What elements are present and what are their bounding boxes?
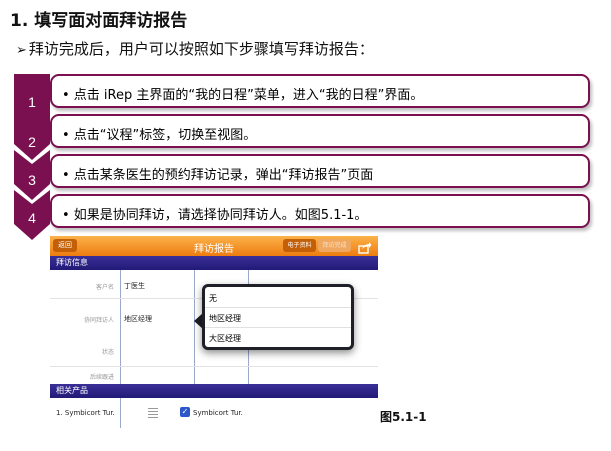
step-box: • 如果是协同拜访，请选择协同拜访人。如图5.1-1。: [50, 194, 590, 228]
product-checkbox[interactable]: ✓: [180, 407, 190, 417]
step-text: • 点击“议程”标签，切换至视图。: [62, 128, 257, 143]
share-icon[interactable]: [358, 239, 372, 254]
cobuddy-value[interactable]: 地区经理: [124, 314, 152, 324]
step-box: • 点击某条医生的预约拜访记录，弹出“拜访报告”页面: [50, 154, 590, 188]
step-1: 1 • 点击 iRep 主界面的“我的日程”菜单，进入“我的日程”界面。: [14, 74, 590, 136]
step-text: • 如果是协同拜访，请选择协同拜访人。如图5.1-1。: [62, 208, 368, 223]
status-label: 状态: [101, 349, 114, 356]
visit-report-screenshot: 返回 拜访报告 电子资料 拜访完成 拜访信息 客户名 丁医生 协同拜访人 地区经…: [50, 236, 378, 428]
customer-value[interactable]: 丁医生: [124, 281, 145, 291]
step-text: • 点击 iRep 主界面的“我的日程”菜单，进入“我的日程”界面。: [62, 88, 424, 103]
popover-option-regional-manager[interactable]: 大区经理: [209, 333, 349, 344]
step-box: • 点击 iRep 主界面的“我的日程”菜单，进入“我的日程”界面。: [50, 74, 590, 108]
step-number: 3: [28, 172, 36, 188]
intro-text: ➢ 拜访完成后，用户可以按照如下步骤填写拜访报告：: [16, 38, 374, 59]
step-number: 4: [28, 210, 36, 226]
customer-label: 客户名: [95, 284, 114, 291]
related-products: 1. Symbicort Tur. ✓ Symbicort Tur.: [50, 398, 378, 428]
ebook-button[interactable]: 电子资料: [283, 239, 316, 252]
step-2: 2 • 点击“议程”标签，切换至视图。: [14, 110, 590, 160]
visit-complete-button[interactable]: 拜访完成: [318, 239, 351, 252]
cobuddy-label: 协同拜访人: [83, 317, 114, 324]
arrow-bullet-icon: ➢: [16, 43, 27, 58]
popover-option-none[interactable]: 无: [209, 293, 349, 304]
product-item[interactable]: 1. Symbicort Tur.: [56, 409, 115, 417]
section-heading: 1. 填写面对面拜访报告: [10, 11, 188, 31]
option-divider: [205, 327, 351, 328]
figure-caption: 图5.1-1: [380, 410, 427, 424]
popover-option-district-manager[interactable]: 地区经理: [209, 313, 349, 324]
intro-sentence: 拜访完成后，用户可以按照如下步骤填写拜访报告：: [28, 40, 374, 58]
step-number: 1: [28, 94, 36, 110]
reorder-handle-icon[interactable]: [148, 408, 158, 420]
step-box: • 点击“议程”标签，切换至视图。: [50, 114, 590, 148]
product-check-label: Symbicort Tur.: [193, 409, 243, 417]
cobuddy-popover: 无 地区经理 大区经理: [202, 284, 354, 350]
step-number: 2: [28, 134, 36, 150]
related-products-header: 相关产品: [50, 384, 378, 398]
step-4: 4 • 如果是协同拜访，请选择协同拜访人。如图5.1-1。: [14, 190, 590, 240]
row-divider: [50, 366, 378, 367]
column-divider: [120, 398, 121, 428]
app-toolbar: 返回 拜访报告 电子资料 拜访完成: [50, 236, 378, 256]
option-divider: [205, 307, 351, 308]
step-3: 3 • 点击某条医生的预约拜访记录，弹出“拜访报告”页面: [14, 150, 590, 200]
visit-info-header: 拜访信息: [50, 256, 378, 270]
followup-label: 后续跟进: [89, 374, 114, 381]
step-text: • 点击某条医生的预约拜访记录，弹出“拜访报告”页面: [62, 168, 374, 183]
